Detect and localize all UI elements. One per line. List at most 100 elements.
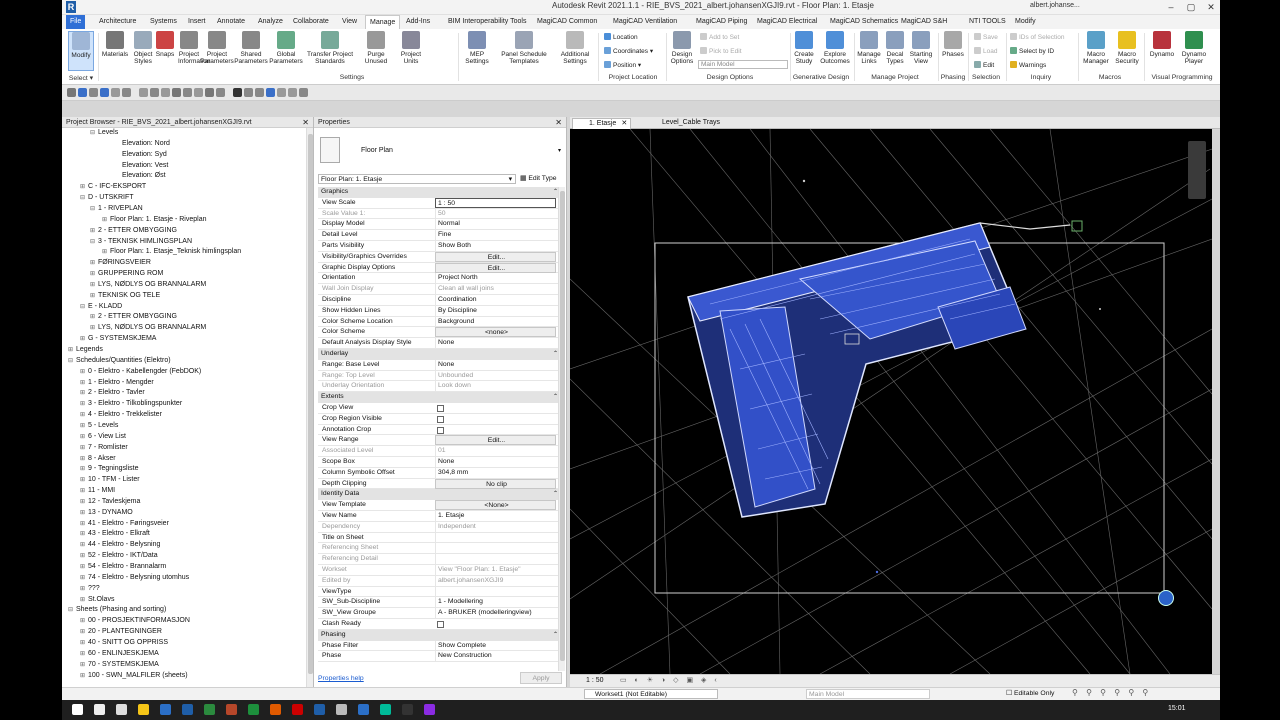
taskbar-app-icon[interactable] <box>248 704 259 715</box>
pick-to-edit-button[interactable]: Pick to Edit <box>700 47 742 55</box>
taskbar-app-icon[interactable] <box>226 704 237 715</box>
tab-architecture[interactable]: Architecture <box>95 15 140 29</box>
expand-toggle-icon[interactable]: ⊞ <box>90 259 98 266</box>
browser-item[interactable]: ⊞ 6 - View List <box>80 433 126 440</box>
close-button[interactable]: ✕ <box>1202 0 1220 14</box>
property-value[interactable] <box>435 532 556 543</box>
tab-analyze[interactable]: Analyze <box>254 15 287 29</box>
browser-item[interactable]: ⊟ D - UTSKRIFT <box>80 194 134 201</box>
taskbar-app-icon[interactable] <box>402 704 413 715</box>
close-icon[interactable]: ✕ <box>621 119 627 129</box>
property-edit-button[interactable]: Edit... <box>435 251 556 262</box>
taskbar-app-icon[interactable] <box>72 704 83 715</box>
tab-add-ins[interactable]: Add-Ins <box>402 15 434 29</box>
view-control-icons[interactable]: ▭ ◐ ☀ ◑ ◇ ▣ ◈ ‹ <box>620 675 720 687</box>
property-edit-button[interactable]: <none> <box>435 327 556 338</box>
transfer-project-standards-button[interactable]: Transfer Project Standards <box>306 31 354 65</box>
browser-item[interactable]: ⊞ 20 - PLANTEGNINGER <box>80 628 162 635</box>
expand-toggle-icon[interactable]: ⊟ <box>80 194 88 201</box>
quick-access-tool-icon[interactable] <box>233 88 242 97</box>
coordinates-dropdown[interactable]: Coordinates ▾ <box>604 47 653 55</box>
editable-only-toggle[interactable]: ☐ Editable Only <box>1006 689 1054 697</box>
browser-item[interactable]: ⊞ Floor Plan: 1. Etasje_Teknisk himlingsp… <box>102 248 241 255</box>
expand-toggle-icon[interactable]: ⊞ <box>80 487 88 494</box>
design-option-selector[interactable]: Main Model <box>806 689 930 699</box>
browser-item[interactable]: ⊟ E - KLADD <box>80 303 122 310</box>
browser-item[interactable]: ⊞ 2 - Elektro - Tavler <box>80 389 145 396</box>
property-edit-button[interactable]: <None> <box>435 500 556 511</box>
macro-manager-button[interactable]: Macro Manager <box>1080 31 1112 65</box>
browser-item[interactable]: ⊞ LYS, NØDLYS OG BRANNALARM <box>90 324 206 331</box>
save-selection-button[interactable]: Save <box>974 33 998 41</box>
expand-toggle-icon[interactable]: ⊞ <box>90 324 98 331</box>
user-name[interactable]: albert.johanse... <box>1030 2 1080 9</box>
tab-insert[interactable]: Insert <box>184 15 210 29</box>
materials-button[interactable]: Materials <box>100 31 130 58</box>
group-extents[interactable]: Extents ⌃ <box>318 392 562 403</box>
instance-filter[interactable]: Floor Plan: 1. Etasje ▾ <box>318 174 516 184</box>
drawing-canvas[interactable] <box>569 128 1213 675</box>
taskbar-clock[interactable]: 15:01 <box>1168 705 1186 712</box>
taskbar-app-icon[interactable] <box>116 704 127 715</box>
tab-level-cable-trays[interactable]: Level_Cable Trays <box>646 118 734 129</box>
browser-item[interactable]: ⊞ LYS, NØDLYS OG BRANNALARM <box>90 281 206 288</box>
quick-access-tool-icon[interactable] <box>161 88 170 97</box>
tab-magicad-piping[interactable]: MagiCAD Piping <box>692 15 751 29</box>
browser-item[interactable]: ⊞ 41 - Elektro - Føringsveier <box>80 520 169 527</box>
browser-item[interactable]: Elevation: Øst <box>114 172 166 179</box>
property-value[interactable]: New Construction <box>435 651 556 662</box>
property-value[interactable]: Show Both <box>435 241 556 251</box>
expand-toggle-icon[interactable]: ⊞ <box>80 585 88 592</box>
tab-nti-tools[interactable]: NTI TOOLS <box>965 15 1010 29</box>
expand-toggle-icon[interactable]: ⊞ <box>80 639 88 646</box>
select-by-id-button[interactable]: Select by ID <box>1010 47 1054 55</box>
taskbar-app-icon[interactable] <box>182 704 193 715</box>
expand-toggle-icon[interactable]: ⊞ <box>80 400 88 407</box>
expand-toggle-icon[interactable]: ⊞ <box>102 216 110 223</box>
tab-view[interactable]: View <box>338 15 361 29</box>
property-value[interactable]: Fine <box>435 230 556 241</box>
expand-toggle-icon[interactable]: ⊞ <box>80 183 88 190</box>
browser-item[interactable]: ⊞ 2 - ETTER OMBYGGING <box>90 313 177 320</box>
browser-item[interactable]: ⊞ 0 - Elektro - Kabellengder (FebDOK) <box>80 368 201 375</box>
properties-help-link[interactable]: Properties help <box>318 675 364 682</box>
tab-file[interactable]: File <box>66 15 86 29</box>
expand-toggle-icon[interactable]: ⊞ <box>80 498 88 505</box>
quick-access-tool-icon[interactable] <box>111 88 120 97</box>
expand-toggle-icon[interactable]: ⊞ <box>80 389 88 396</box>
expand-toggle-icon[interactable]: ⊞ <box>80 672 88 679</box>
expand-toggle-icon[interactable]: ⊟ <box>90 129 98 136</box>
expand-toggle-icon[interactable]: ⊞ <box>80 541 88 548</box>
browser-item[interactable]: ⊞ G - SYSTEMSKJEMA <box>80 335 156 342</box>
quick-access-tool-icon[interactable] <box>299 88 308 97</box>
project-information-button[interactable]: Project Information <box>178 31 211 65</box>
property-edit-button[interactable]: No clip <box>435 478 556 489</box>
taskbar-app-icon[interactable] <box>138 704 149 715</box>
browser-item[interactable]: ⊞ 8 - Akser <box>80 455 116 462</box>
browser-item[interactable]: ⊞ 1 - Elektro - Mengder <box>80 379 154 386</box>
expand-toggle-icon[interactable]: ⊟ <box>90 238 98 245</box>
browser-item[interactable]: ⊞ TEKNISK OG TELE <box>90 292 160 299</box>
property-value[interactable]: 1 : 50 <box>435 197 556 208</box>
selection-filter-icons[interactable]: ⚲ ⚲ ⚲ ⚲ ⚲ ⚲ <box>1072 688 1151 697</box>
quick-access-tool-icon[interactable] <box>172 88 181 97</box>
property-value[interactable]: Normal <box>435 219 556 230</box>
expand-toggle-icon[interactable]: ⊞ <box>102 248 110 255</box>
project-units-button[interactable]: Project Units <box>397 31 425 65</box>
explore-outcomes-button[interactable]: Explore Outcomes <box>820 31 850 65</box>
expand-toggle-icon[interactable]: ⊞ <box>90 227 98 234</box>
warnings-button[interactable]: Warnings <box>1010 61 1046 69</box>
property-checkbox[interactable] <box>437 426 444 434</box>
project-parameters-button[interactable]: Project Parameters <box>200 31 234 65</box>
add-to-set-button[interactable]: Add to Set <box>700 33 739 41</box>
type-selector-arrow-icon[interactable]: ▾ <box>558 147 561 154</box>
browser-item[interactable]: ⊟ Levels <box>90 129 118 136</box>
expand-toggle-icon[interactable]: ⊞ <box>80 465 88 472</box>
expand-toggle-icon[interactable]: ⊞ <box>80 368 88 375</box>
load-selection-button[interactable]: Load <box>974 47 997 55</box>
expand-toggle-icon[interactable]: ⊞ <box>80 509 88 516</box>
phases-button[interactable]: Phases <box>940 31 966 58</box>
tab-magicad-ventilation[interactable]: MagiCAD Ventilation <box>609 15 681 29</box>
property-value[interactable]: 1 - Modellering <box>435 597 556 608</box>
browser-item[interactable]: ⊟ Sheets (Phasing and sorting) <box>68 606 166 613</box>
